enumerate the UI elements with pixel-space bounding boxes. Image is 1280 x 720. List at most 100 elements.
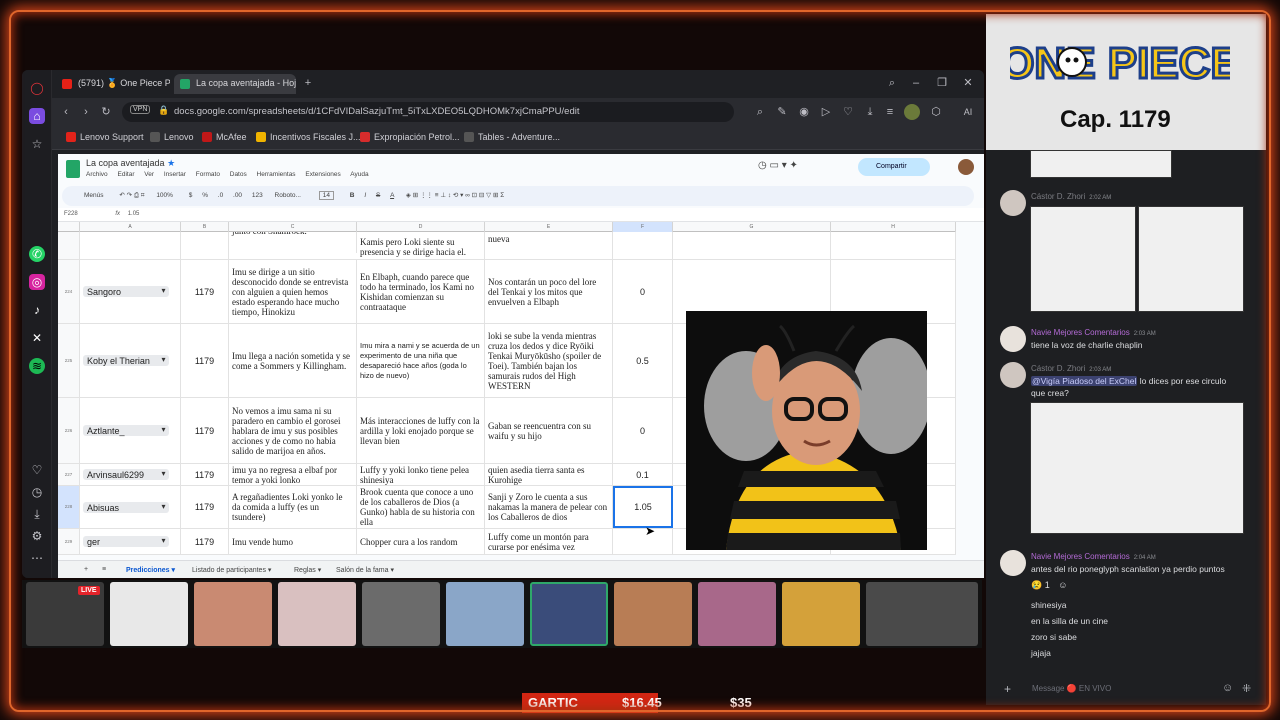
prediction-3-cell[interactable]: Luffy come un montón para curarse por en… (485, 529, 613, 554)
chapter-cell[interactable]: 1179 (181, 486, 229, 528)
share-button[interactable]: Compartir (858, 158, 930, 176)
row-number[interactable] (58, 232, 80, 259)
name-cell[interactable]: Koby el Therian (80, 324, 181, 397)
star-doc-icon[interactable]: ★ (167, 158, 175, 168)
name-cell[interactable]: Abisuas (80, 486, 181, 528)
prediction-3-cell[interactable]: Nos contarán un poco del lore del Tenkai… (485, 260, 613, 323)
name-dropdown[interactable]: Abisuas (83, 501, 170, 513)
extensions-icon[interactable]: ⬡ (928, 104, 944, 120)
manga-image[interactable] (1030, 150, 1172, 178)
apps-icon[interactable]: ⁜ (1242, 682, 1251, 695)
sheets-logo[interactable] (66, 160, 80, 178)
bookmark-lenovo-support[interactable]: Lenovo Support (66, 132, 144, 142)
row-number[interactable]: 224 (58, 260, 80, 323)
chapter-cell[interactable]: 1179 (181, 529, 229, 554)
opera-icon[interactable]: ◯ (29, 80, 45, 96)
prediction-3-cell[interactable]: nueva (485, 232, 613, 259)
col-header-g[interactable]: G (673, 222, 831, 232)
edit-icon[interactable]: ✎ (774, 104, 790, 120)
zoom-select[interactable]: 100% (156, 192, 173, 199)
username[interactable]: Cástor D. Zhori 2:02 AM (1031, 192, 1111, 201)
increase-decimal-button[interactable]: .00 (233, 192, 242, 199)
score-cell-selected[interactable]: 1.05 (613, 486, 673, 528)
chapter-cell[interactable]: 1179 (181, 464, 229, 485)
emoji-icon[interactable]: ☺ (1222, 682, 1233, 694)
menu-editar[interactable]: Editar (118, 171, 135, 178)
more-icon[interactable]: ⋯ (29, 550, 45, 566)
participant-thumbnail[interactable] (782, 582, 860, 646)
whatsapp-icon[interactable]: ✆ (29, 246, 45, 262)
avatar[interactable] (1000, 550, 1026, 576)
participant-thumbnail[interactable] (866, 582, 978, 646)
menu-icon[interactable]: ≡ (882, 104, 898, 120)
star-icon[interactable]: ☆ (29, 136, 45, 152)
menu-datos[interactable]: Datos (230, 171, 247, 178)
chapter-cell[interactable] (181, 232, 229, 259)
address-bar[interactable]: VPN 🔒 docs.google.com/spreadsheets/d/1CF… (122, 102, 734, 122)
corner-cell[interactable] (58, 222, 80, 232)
name-cell[interactable] (80, 232, 181, 259)
bookmark-incentivos[interactable]: Incentivos Fiscales J... (256, 132, 361, 142)
vpn-badge[interactable]: VPN (130, 105, 151, 114)
decrease-decimal-button[interactable]: .0 (218, 192, 223, 199)
prediction-2-cell[interactable]: Imu mira a nami y se acuerda de un exper… (357, 324, 485, 397)
downloads-icon[interactable]: ⤓ (862, 104, 878, 120)
bold-icon[interactable]: B (350, 192, 355, 199)
name-dropdown[interactable]: Aztlante_ (83, 425, 170, 436)
history-icon[interactable]: ◷ (29, 484, 45, 500)
menu-herramientas[interactable]: Herramientas (257, 171, 296, 178)
search-icon[interactable]: ⌕ (752, 104, 768, 120)
row-number[interactable]: 226 (58, 398, 80, 463)
add-reaction-icon[interactable]: ☺ (1058, 580, 1067, 590)
account-avatar[interactable] (958, 159, 974, 175)
chat-input[interactable]: + Message 🔴 EN VIVO ☺ ⁜ (998, 678, 1254, 700)
tab-salon[interactable]: Salón de la fama ▾ (336, 566, 394, 574)
camera-icon[interactable]: ◉ (796, 104, 812, 120)
forward-button[interactable]: › (78, 104, 94, 120)
search-tabs-icon[interactable]: ⌕ (884, 75, 900, 91)
avatar[interactable] (1000, 326, 1026, 352)
bookmark-tables[interactable]: Tables - Adventure... (464, 132, 560, 142)
participant-thumbnail[interactable] (698, 582, 776, 646)
strike-icon[interactable]: S (376, 192, 380, 199)
col-header-h[interactable]: H (831, 222, 956, 232)
format-tools-icon[interactable]: ◈ ⊞ ⋮⋮ ≡ ⊥ ↕ ⟲ ▾ ∞ ⊡ ⊟ ▽ ⊞ Σ (406, 192, 504, 199)
name-cell[interactable]: Arvinsaul6299 (80, 464, 181, 485)
manga-image[interactable] (1030, 402, 1244, 534)
history-doc-icon[interactable]: ◷ ▭ ▾ ✦ (758, 160, 798, 171)
user-mention[interactable]: @Vigía Piadoso del ExChel (1031, 376, 1138, 386)
minimize-button[interactable]: – (908, 75, 924, 91)
avatar[interactable] (1000, 362, 1026, 388)
instagram-icon[interactable]: ◎ (29, 274, 45, 290)
tab-listado[interactable]: Listado de participantes ▾ (192, 566, 271, 574)
username[interactable]: Navie Mejores Comentarios 2:04 AM (1031, 552, 1156, 561)
new-tab-button[interactable]: + (300, 75, 316, 91)
prediction-3-cell[interactable]: quien asedia tierra santa es Kurohige (485, 464, 613, 485)
score-cell[interactable]: 0 (613, 398, 673, 463)
restore-button[interactable]: ❐ (934, 75, 950, 91)
add-sheet-icon[interactable]: + (84, 566, 88, 573)
undo-icon[interactable]: ↶ ↷ ⎙ ⌗ (119, 192, 144, 199)
col-header-f[interactable]: F (613, 222, 673, 232)
tab-youtube[interactable]: (5791) 🏅 One Piece PODC (56, 74, 170, 94)
chapter-cell[interactable]: 1179 (181, 324, 229, 397)
name-dropdown[interactable]: ger (83, 536, 170, 547)
col-header-e[interactable]: E (485, 222, 613, 232)
italic-icon[interactable]: I (364, 192, 366, 199)
participant-thumbnail[interactable] (614, 582, 692, 646)
reaction[interactable]: 😢 1 ☺ (1031, 580, 1067, 591)
row-number[interactable]: 228 (58, 486, 80, 528)
participant-thumbnail-speaking[interactable] (530, 582, 608, 646)
prediction-1-cell[interactable]: imu ya no regresa a elbaf por temor a yo… (229, 464, 357, 485)
score-cell[interactable]: 0 (613, 260, 673, 323)
empty-cell[interactable] (673, 232, 831, 259)
prediction-2-cell[interactable]: Brook cuenta que conoce a uno de los cab… (357, 486, 485, 528)
menu-extensiones[interactable]: Extensiones (305, 171, 340, 178)
col-header-d[interactable]: D (357, 222, 485, 232)
score-cell[interactable] (613, 232, 673, 259)
col-header-b[interactable]: B (181, 222, 229, 232)
font-select[interactable]: Roboto... (275, 192, 301, 199)
percent-button[interactable]: % (202, 192, 208, 199)
prediction-1-cell[interactable]: junto con Shamrock. (229, 232, 357, 253)
prediction-3-cell[interactable]: loki se sube la venda mientras cruza los… (485, 324, 613, 397)
